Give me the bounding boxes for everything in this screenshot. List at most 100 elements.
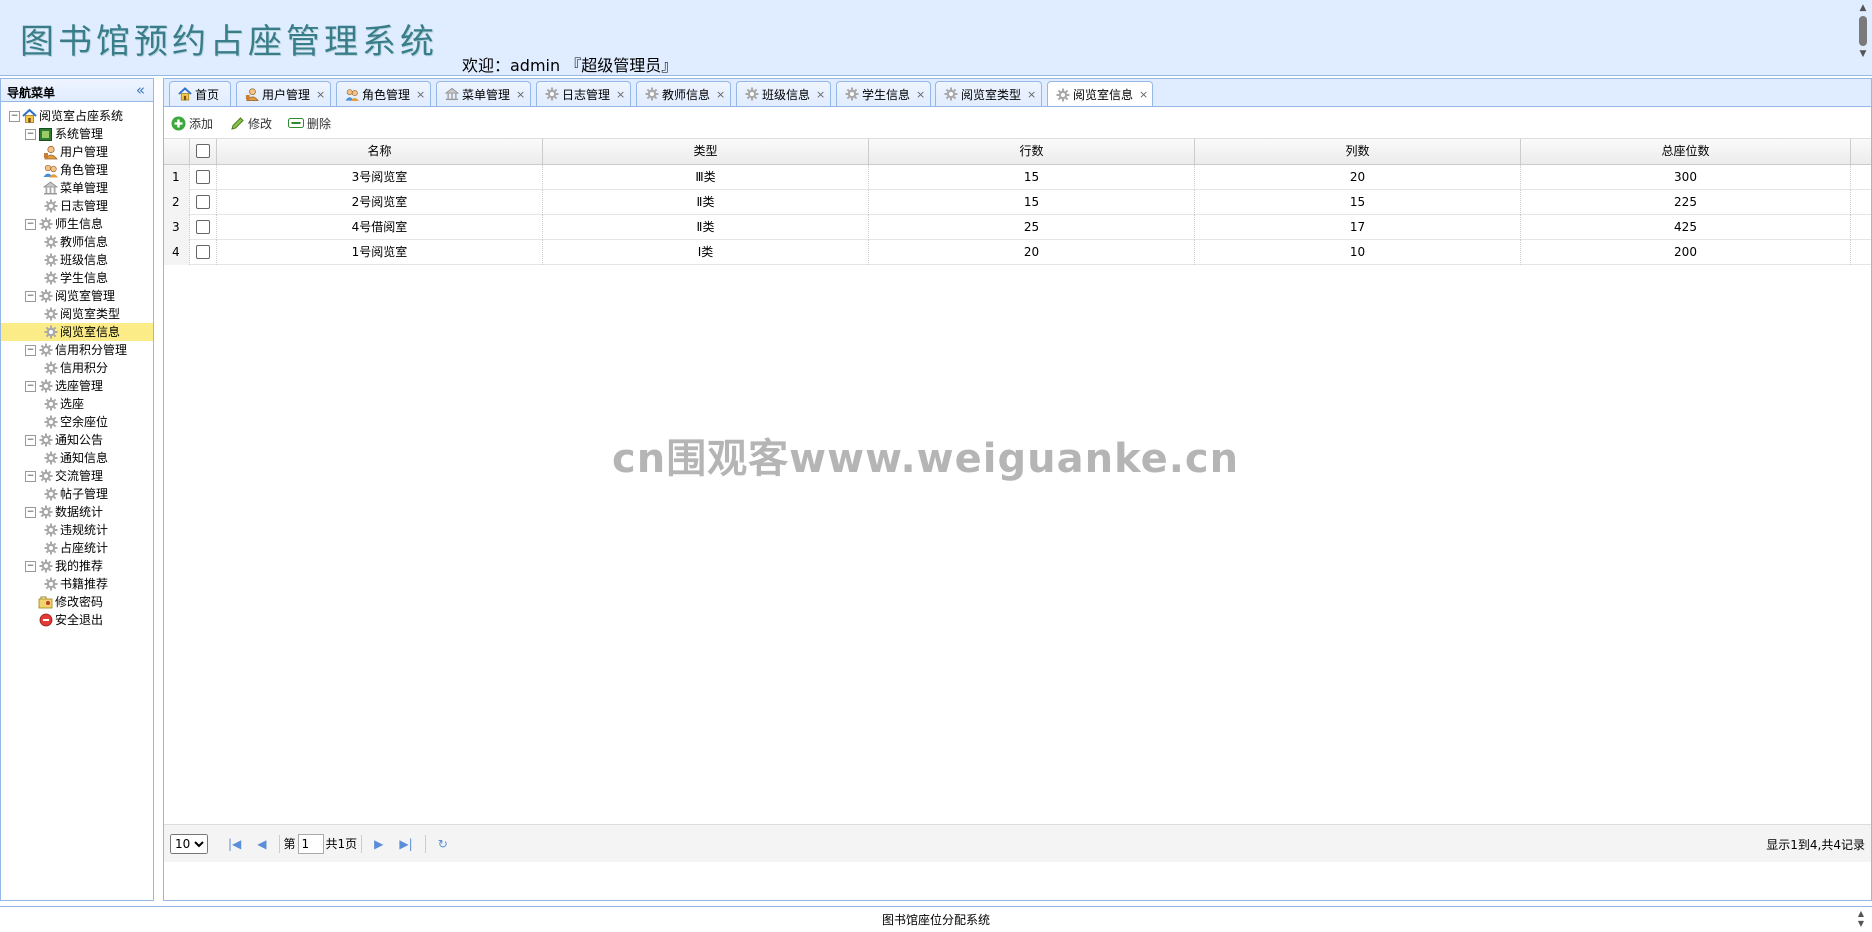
footer-scroll-icon[interactable]: ▲ ▼	[1858, 909, 1864, 929]
tree-node[interactable]: 阅览室类型	[1, 305, 153, 323]
refresh-icon[interactable]: ↻	[438, 837, 448, 851]
tab-4[interactable]: 菜单管理 ×	[436, 81, 531, 106]
tree-node[interactable]: 用户管理	[1, 143, 153, 161]
gear-icon	[43, 451, 58, 466]
tree-node[interactable]: − 通知公告	[1, 431, 153, 449]
close-icon[interactable]: ×	[516, 88, 525, 101]
delete-button[interactable]: 删除	[288, 115, 331, 132]
tab-7[interactable]: 班级信息 ×	[736, 81, 831, 106]
gear-icon	[1056, 88, 1070, 102]
table-row[interactable]: 3 4号借阅室 Ⅱ类 25 17 425	[164, 215, 1871, 240]
close-icon[interactable]: ×	[316, 88, 325, 101]
gear-icon	[645, 87, 659, 101]
tree-node[interactable]: 选座	[1, 395, 153, 413]
tree-toggle-icon[interactable]: −	[25, 380, 36, 392]
edit-button[interactable]: 修改	[229, 115, 272, 132]
tree-node[interactable]: − 信用积分管理	[1, 341, 153, 359]
tree-toggle-icon[interactable]: −	[25, 506, 36, 518]
tab-6[interactable]: 教师信息 ×	[636, 81, 731, 106]
tree-toggle-icon[interactable]: −	[25, 434, 36, 446]
tree-node[interactable]: 安全退出	[1, 611, 153, 629]
tree-node[interactable]: 学生信息	[1, 269, 153, 287]
tree-node[interactable]: − 我的推荐	[1, 557, 153, 575]
tree-node[interactable]: − 交流管理	[1, 467, 153, 485]
row-checkbox[interactable]	[190, 215, 217, 240]
column-header[interactable]: 列数	[1195, 139, 1521, 164]
scroll-thumb[interactable]	[1859, 16, 1867, 46]
scroll-up-icon[interactable]: ▲	[1856, 2, 1870, 14]
close-icon[interactable]: ×	[416, 88, 425, 101]
tree-node[interactable]: 角色管理	[1, 161, 153, 179]
tree-toggle-icon[interactable]: −	[25, 128, 36, 140]
tree-node[interactable]: 帖子管理	[1, 485, 153, 503]
tree-toggle-icon[interactable]: −	[25, 560, 36, 572]
tree-node[interactable]: 日志管理	[1, 197, 153, 215]
tree-node[interactable]: 教师信息	[1, 233, 153, 251]
tree-node[interactable]: − 数据统计	[1, 503, 153, 521]
close-icon[interactable]: ×	[916, 88, 925, 101]
tab-8[interactable]: 学生信息 ×	[836, 81, 931, 106]
add-button[interactable]: 添加	[170, 115, 213, 132]
close-icon[interactable]: ×	[1027, 88, 1036, 101]
page-number-input[interactable]	[297, 833, 324, 854]
collapse-icon[interactable]: «	[136, 81, 145, 99]
tree-toggle-icon[interactable]: −	[9, 110, 20, 122]
row-checkbox[interactable]	[190, 240, 217, 265]
table-cell: 1号阅览室	[217, 240, 543, 265]
table-cell: 2号阅览室	[217, 190, 543, 215]
column-header[interactable]: 类型	[543, 139, 869, 164]
tab-3[interactable]: 角色管理 ×	[336, 81, 431, 106]
close-icon[interactable]: ×	[816, 88, 825, 101]
tree-toggle-icon[interactable]: −	[25, 218, 36, 230]
tree-node[interactable]: − 选座管理	[1, 377, 153, 395]
tab-10[interactable]: 阅览室信息 ×	[1047, 81, 1153, 107]
row-checkbox[interactable]	[190, 165, 217, 190]
tab-1[interactable]: 首页	[169, 81, 231, 106]
tree-node[interactable]: 通知信息	[1, 449, 153, 467]
select-all-checkbox[interactable]	[190, 139, 217, 164]
close-icon[interactable]: ×	[616, 88, 625, 101]
column-header[interactable]: 总座位数	[1521, 139, 1851, 164]
tree-node[interactable]: − 阅览室管理	[1, 287, 153, 305]
table-row[interactable]: 2 2号阅览室 Ⅱ类 15 15 225	[164, 190, 1871, 215]
tab-9[interactable]: 阅览室类型 ×	[935, 81, 1042, 106]
table-row[interactable]: 1 3号阅览室 Ⅲ类 15 20 300	[164, 165, 1871, 190]
tree-node[interactable]: 占座统计	[1, 539, 153, 557]
gear-icon	[43, 361, 58, 376]
tree-node-label: 阅览室信息	[60, 325, 121, 339]
gear-icon	[38, 379, 53, 394]
tree-node[interactable]: − 系统管理	[1, 125, 153, 143]
close-icon[interactable]: ×	[1139, 88, 1148, 101]
tree-toggle-icon[interactable]: −	[25, 290, 36, 302]
close-icon[interactable]: ×	[716, 88, 725, 101]
tree-toggle-icon[interactable]: −	[25, 344, 36, 356]
main-area: 首页 用户管理 × 角色管理 × 菜单管理 × 日志管理 × 教师信息 × 班级信息 × 学生信息 × 阅览室…	[163, 78, 1872, 901]
table-row[interactable]: 4 1号阅览室 Ⅰ类 20 10 200	[164, 240, 1871, 265]
tree-node[interactable]: 阅览室信息	[1, 323, 153, 341]
first-page-icon[interactable]: |◀	[228, 837, 241, 851]
next-page-icon[interactable]: ▶	[374, 837, 383, 851]
prev-page-icon[interactable]: ◀	[257, 837, 266, 851]
tab-5[interactable]: 日志管理 ×	[536, 81, 631, 106]
row-checkbox[interactable]	[190, 190, 217, 215]
scroll-down-icon[interactable]: ▼	[1856, 48, 1870, 60]
tree-node[interactable]: − 阅览室占座系统	[1, 107, 153, 125]
tree-node[interactable]: 空余座位	[1, 413, 153, 431]
tree-toggle-icon[interactable]: −	[25, 470, 36, 482]
tree-node[interactable]: 书籍推荐	[1, 575, 153, 593]
tab-2[interactable]: 用户管理 ×	[236, 81, 331, 106]
last-page-icon[interactable]: ▶|	[399, 837, 412, 851]
sidebar-header: 导航菜单 «	[1, 79, 153, 102]
column-header[interactable]: 名称	[217, 139, 543, 164]
tree-node[interactable]: 信用积分	[1, 359, 153, 377]
tree-node[interactable]: 违规统计	[1, 521, 153, 539]
gear-icon	[38, 505, 53, 520]
column-header[interactable]: 行数	[869, 139, 1195, 164]
tree-node[interactable]: 菜单管理	[1, 179, 153, 197]
tree-node[interactable]: 班级信息	[1, 251, 153, 269]
tree-node[interactable]: − 师生信息	[1, 215, 153, 233]
page-size-select[interactable]: 10	[170, 833, 208, 854]
header-scrollbar[interactable]: ▲ ▼	[1856, 2, 1870, 72]
tree-node[interactable]: 修改密码	[1, 593, 153, 611]
row-number: 1	[164, 165, 190, 190]
